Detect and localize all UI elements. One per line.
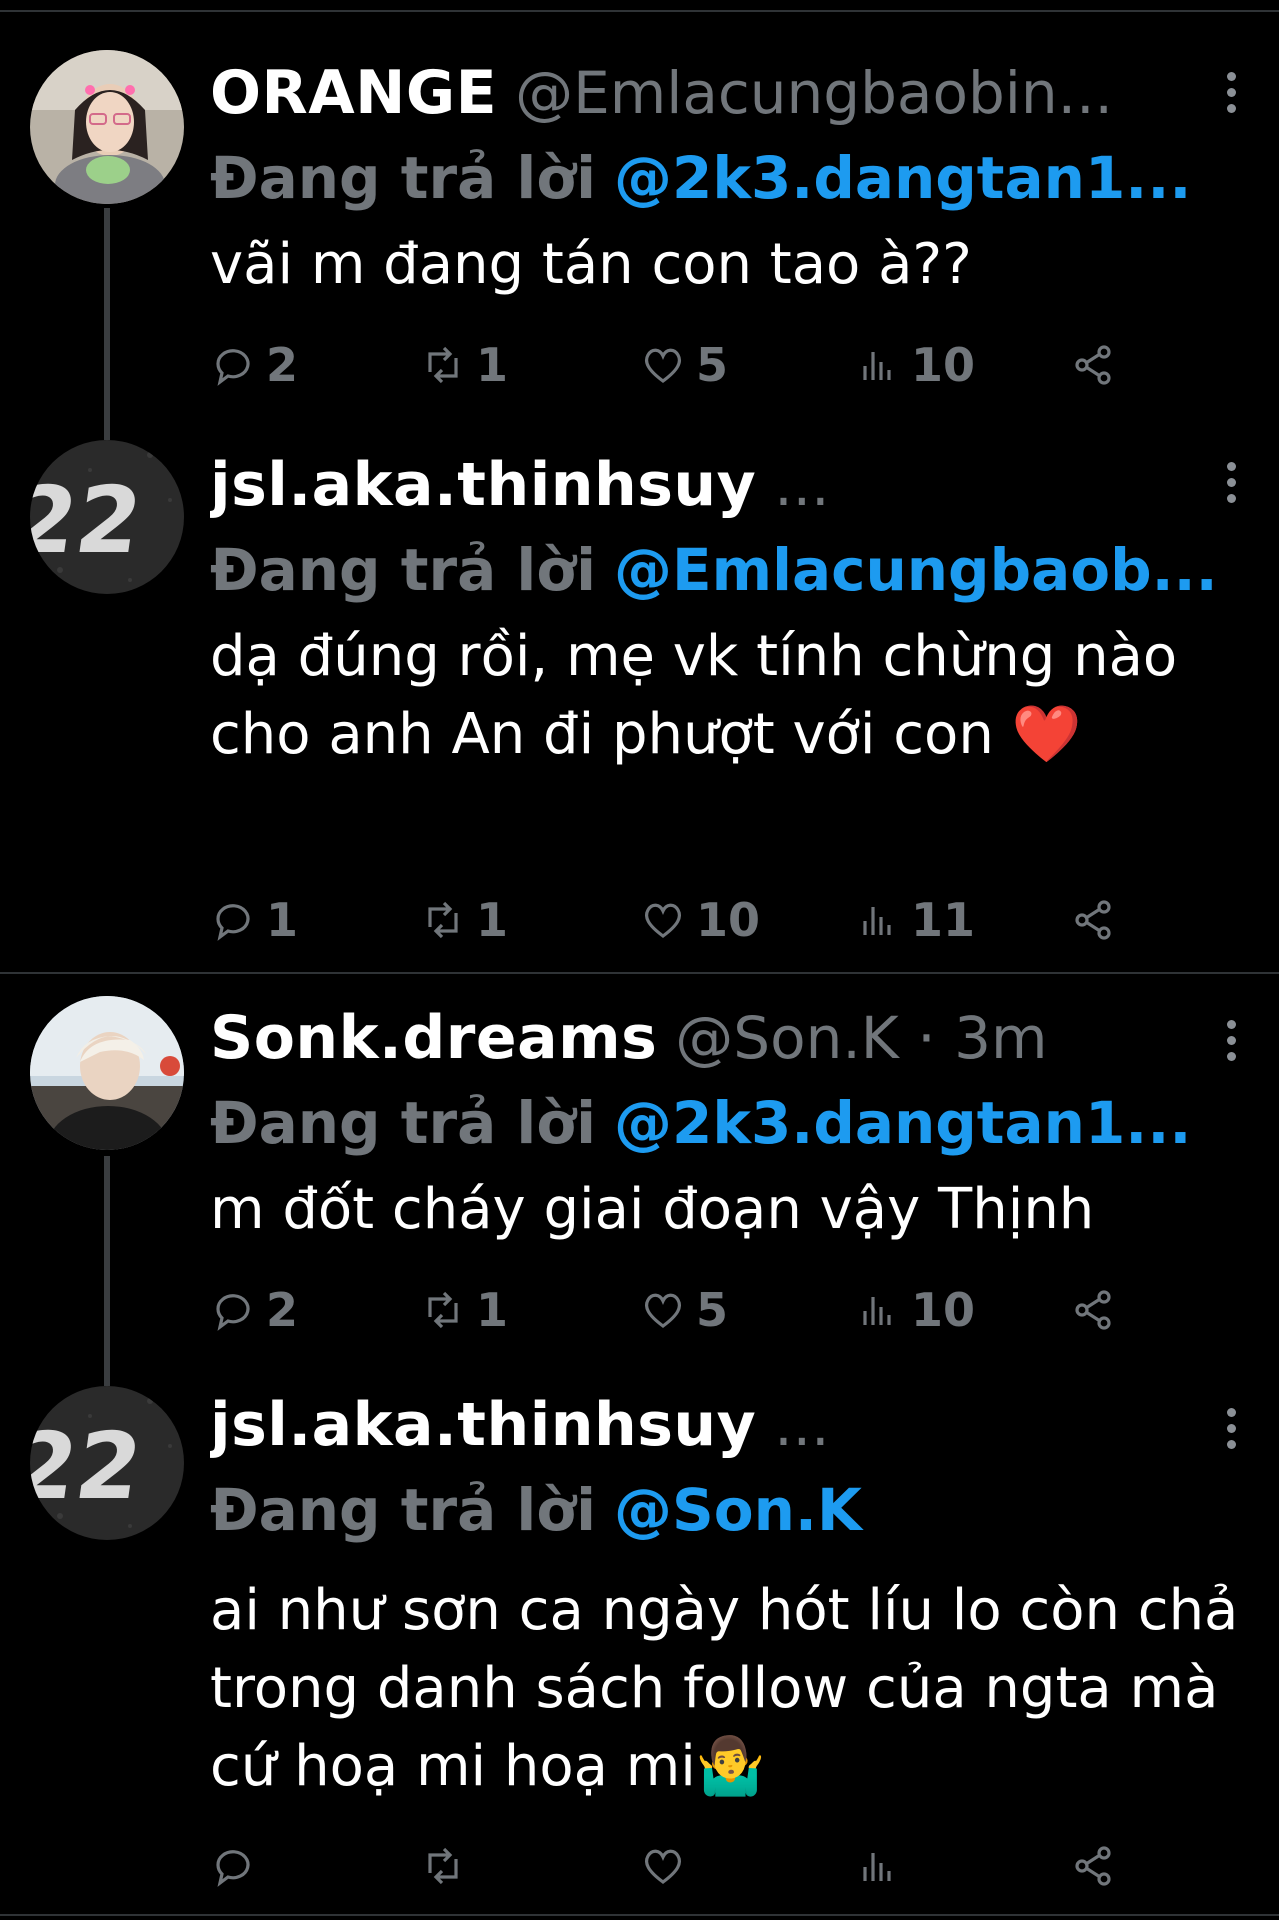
views-button[interactable]: 10 — [855, 335, 975, 395]
top-divider — [0, 10, 1279, 12]
views-button[interactable]: 11 — [855, 890, 975, 950]
repost-count: 1 — [476, 893, 509, 947]
views-button[interactable]: 10 — [855, 1280, 975, 1340]
user-handle[interactable]: @Son.K · 3m — [675, 1004, 1047, 1072]
like-button[interactable]: 5 — [640, 335, 728, 395]
display-name[interactable]: jsl.aka.thinhsuy — [210, 1390, 756, 1460]
like-button[interactable]: 10 — [640, 890, 760, 950]
user-handle[interactable]: ... — [774, 451, 829, 519]
reply-button[interactable]: 2 — [210, 1280, 298, 1340]
like-icon — [644, 348, 682, 383]
tweet-text: vãi m đang tán con tao à?? — [210, 232, 972, 297]
replying-to-label: Đang trả lời — [210, 1476, 597, 1544]
reply-icon — [216, 904, 250, 941]
avatar[interactable]: 22 — [30, 440, 184, 594]
display-name[interactable]: jsl.aka.thinhsuy — [210, 450, 756, 520]
views-count: 11 — [911, 893, 976, 947]
views-icon — [863, 907, 891, 935]
reply-mention-link[interactable]: @Emlacungbaob... — [614, 536, 1218, 604]
share-button[interactable] — [1070, 890, 1126, 950]
tweet-text: m đốt cháy giai đoạn vậy Thịnh — [210, 1177, 1095, 1242]
like-button[interactable] — [640, 1836, 696, 1896]
reply-count: 1 — [266, 893, 299, 947]
repost-button[interactable]: 1 — [420, 335, 508, 395]
share-icon — [1075, 1846, 1111, 1886]
like-icon — [644, 903, 682, 938]
views-icon — [863, 352, 891, 380]
more-icon[interactable] — [1225, 1020, 1237, 1068]
reply-count: 2 — [266, 1283, 299, 1337]
views-button[interactable] — [855, 1836, 911, 1896]
repost-button[interactable] — [420, 1836, 476, 1896]
like-icon — [644, 1849, 682, 1884]
user-handle[interactable]: @Emlacungbaobin... — [515, 59, 1113, 127]
avatar[interactable]: 22 — [30, 1386, 184, 1540]
more-icon[interactable] — [1225, 72, 1237, 120]
like-count: 5 — [696, 338, 729, 392]
reply-mention-link[interactable]: @Son.K — [614, 1476, 862, 1544]
views-count: 10 — [911, 1283, 976, 1337]
bottom-divider — [0, 1914, 1279, 1916]
views-icon — [863, 1297, 891, 1325]
action-bar — [210, 1836, 1130, 1896]
reply-icon — [216, 1294, 250, 1331]
repost-icon — [428, 901, 458, 939]
thread-line — [104, 208, 110, 440]
tweet-text: ai như sơn ca ngày hót líu lo còn chả tr… — [210, 1578, 1239, 1799]
share-button[interactable] — [1070, 335, 1126, 395]
svg-text:22: 22 — [30, 466, 148, 573]
views-count: 10 — [911, 338, 976, 392]
reply-button[interactable] — [210, 1836, 266, 1896]
share-icon — [1075, 1290, 1111, 1330]
display-name[interactable]: Sonk.dreams — [210, 1003, 657, 1073]
reply-mention-link[interactable]: @2k3.dangtan1... — [614, 1089, 1191, 1157]
replying-to-label: Đang trả lời — [210, 1089, 597, 1157]
share-button[interactable] — [1070, 1836, 1126, 1896]
reply-mention-link[interactable]: @2k3.dangtan1... — [614, 144, 1191, 212]
repost-button[interactable]: 1 — [420, 1280, 508, 1340]
thread-line — [104, 1156, 110, 1386]
reply-icon — [216, 1850, 250, 1887]
like-button[interactable]: 5 — [640, 1280, 728, 1340]
display-name[interactable]: ORANGE — [210, 58, 497, 128]
user-handle[interactable]: ... — [774, 1391, 829, 1459]
share-button[interactable] — [1070, 1280, 1126, 1340]
share-icon — [1075, 345, 1111, 385]
like-count: 10 — [696, 893, 761, 947]
conversation-divider — [0, 972, 1279, 974]
tweet-text: dạ đúng rồi, mẹ vk tính chừng nào cho an… — [210, 624, 1178, 767]
action-bar: 2 1 5 10 — [210, 1280, 1130, 1340]
reply-icon — [216, 349, 250, 386]
repost-count: 1 — [476, 338, 509, 392]
action-bar: 2 1 5 10 — [210, 335, 1130, 395]
share-icon — [1075, 900, 1111, 940]
action-bar: 1 1 10 11 — [210, 890, 1130, 950]
reply-button[interactable]: 2 — [210, 335, 298, 395]
replying-to-label: Đang trả lời — [210, 536, 597, 604]
avatar[interactable] — [30, 50, 184, 204]
repost-icon — [428, 346, 458, 384]
more-icon[interactable] — [1225, 462, 1237, 510]
views-icon — [863, 1853, 891, 1881]
like-icon — [644, 1293, 682, 1328]
repost-icon — [428, 1291, 458, 1329]
svg-text:22: 22 — [30, 1412, 148, 1519]
repost-button[interactable]: 1 — [420, 890, 508, 950]
like-count: 5 — [696, 1283, 729, 1337]
repost-count: 1 — [476, 1283, 509, 1337]
repost-icon — [428, 1847, 458, 1885]
reply-count: 2 — [266, 338, 299, 392]
reply-button[interactable]: 1 — [210, 890, 298, 950]
avatar[interactable] — [30, 996, 184, 1150]
more-icon[interactable] — [1225, 1408, 1237, 1456]
replying-to-label: Đang trả lời — [210, 144, 597, 212]
